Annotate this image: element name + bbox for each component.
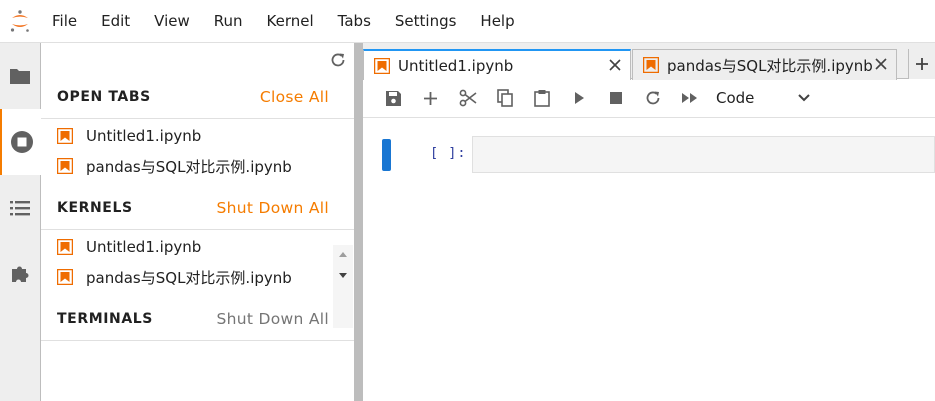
tab-untitled1[interactable]: Untitled1.ipynb: [363, 49, 631, 80]
list-item[interactable]: pandas与SQL对比示例.ipynb: [41, 151, 354, 181]
list-item-label: Untitled1.ipynb: [86, 238, 202, 256]
menu-view[interactable]: View: [142, 12, 202, 30]
notebook-icon: [57, 128, 73, 144]
tab-title: Untitled1.ipynb: [398, 56, 514, 75]
menu-bar: File Edit View Run Kernel Tabs Settings …: [0, 0, 935, 43]
list-item-label: pandas与SQL对比示例.ipynb: [86, 157, 292, 176]
notebook-icon: [57, 158, 73, 174]
cell-editor[interactable]: [472, 136, 935, 173]
notebook-area: Untitled1.ipynb pandas与SQL对比示例.ipynb Cod…: [363, 43, 935, 401]
save-button[interactable]: [375, 83, 412, 113]
panel-splitter[interactable]: [354, 43, 363, 401]
close-icon[interactable]: [874, 57, 888, 71]
menu-help[interactable]: Help: [468, 12, 526, 30]
close-icon[interactable]: [608, 58, 622, 72]
kernels-title: KERNELS: [57, 200, 133, 216]
list-item-label: Untitled1.ipynb: [86, 127, 202, 145]
add-tab-button[interactable]: [908, 49, 935, 79]
cell-type-value: Code: [716, 89, 755, 107]
file-browser-tab[interactable]: [0, 43, 40, 109]
toc-icon: [10, 201, 30, 216]
tab-pandas-sql[interactable]: pandas与SQL对比示例.ipynb: [632, 49, 897, 80]
run-button[interactable]: [560, 83, 597, 113]
running-sessions-tab[interactable]: [0, 109, 41, 175]
copy-button[interactable]: [486, 83, 523, 113]
list-item[interactable]: pandas与SQL对比示例.ipynb: [41, 262, 354, 292]
open-tabs-header: OPEN TABS Close All: [41, 76, 354, 119]
insert-cell-button[interactable]: [412, 83, 449, 113]
menu-file[interactable]: File: [40, 12, 89, 30]
terminals-title: TERMINALS: [57, 311, 153, 327]
paste-icon: [533, 90, 550, 107]
notebook-toolbar: Code: [363, 79, 935, 118]
notebook-icon: [643, 57, 659, 73]
list-item-label: pandas与SQL对比示例.ipynb: [86, 268, 292, 287]
interrupt-button[interactable]: [597, 83, 634, 113]
table-of-contents-tab[interactable]: [0, 175, 40, 241]
copy-icon: [496, 89, 513, 107]
menu-tabs[interactable]: Tabs: [326, 12, 383, 30]
menu-kernel[interactable]: Kernel: [255, 12, 326, 30]
open-tabs-title: OPEN TABS: [57, 89, 151, 105]
shut-down-all-kernels-button[interactable]: Shut Down All: [217, 199, 329, 217]
fast-forward-icon: [681, 93, 697, 103]
restart-icon: [646, 91, 659, 105]
folder-icon: [10, 69, 30, 84]
running-sessions-panel: OPEN TABS Close All Untitled1.ipynb pand…: [41, 43, 354, 401]
restart-button[interactable]: [634, 83, 671, 113]
running-icon: [10, 131, 33, 153]
list-item[interactable]: Untitled1.ipynb: [41, 232, 354, 262]
close-all-button[interactable]: Close All: [260, 88, 329, 106]
terminals-header: TERMINALS Shut Down All: [41, 298, 354, 341]
refresh-icon[interactable]: [329, 51, 347, 69]
kernels-header: KERNELS Shut Down All: [41, 187, 354, 230]
extension-icon: [12, 266, 29, 282]
document-tab-bar: Untitled1.ipynb pandas与SQL对比示例.ipynb: [363, 43, 935, 80]
notebook-icon: [374, 57, 390, 74]
plus-icon: [916, 58, 928, 70]
scroll-up-icon[interactable]: [333, 247, 353, 261]
list-item[interactable]: Untitled1.ipynb: [41, 121, 354, 151]
tab-title: pandas与SQL对比示例.ipynb: [667, 56, 873, 75]
menu-run[interactable]: Run: [202, 12, 255, 30]
jupyter-logo-icon: [0, 0, 40, 43]
left-activity-bar: [0, 43, 41, 401]
cut-button[interactable]: [449, 83, 486, 113]
paste-button[interactable]: [523, 83, 560, 113]
scissors-icon: [459, 89, 476, 107]
scroll-down-icon[interactable]: [333, 269, 353, 283]
extension-manager-tab[interactable]: [0, 241, 40, 307]
cell-collapser[interactable]: [382, 139, 391, 171]
sidebar-scrollbar[interactable]: [333, 245, 353, 328]
code-cell[interactable]: [ ]:: [382, 136, 935, 173]
chevron-down-icon: [798, 94, 810, 102]
restart-run-all-button[interactable]: [671, 83, 708, 113]
notebook-icon: [57, 239, 73, 255]
shut-down-all-terminals-button[interactable]: Shut Down All: [217, 310, 329, 328]
stop-icon: [609, 92, 622, 104]
kernels-list: Untitled1.ipynb pandas与SQL对比示例.ipynb: [41, 230, 354, 298]
run-icon: [574, 92, 584, 104]
cell-type-select[interactable]: Code: [716, 89, 810, 107]
menu-edit[interactable]: Edit: [89, 12, 142, 30]
save-icon: [386, 90, 401, 106]
open-tabs-list: Untitled1.ipynb pandas与SQL对比示例.ipynb: [41, 119, 354, 187]
plus-icon: [424, 91, 437, 105]
menu-settings[interactable]: Settings: [383, 12, 469, 30]
notebook-icon: [57, 269, 73, 285]
cell-prompt: [ ]:: [430, 145, 467, 161]
